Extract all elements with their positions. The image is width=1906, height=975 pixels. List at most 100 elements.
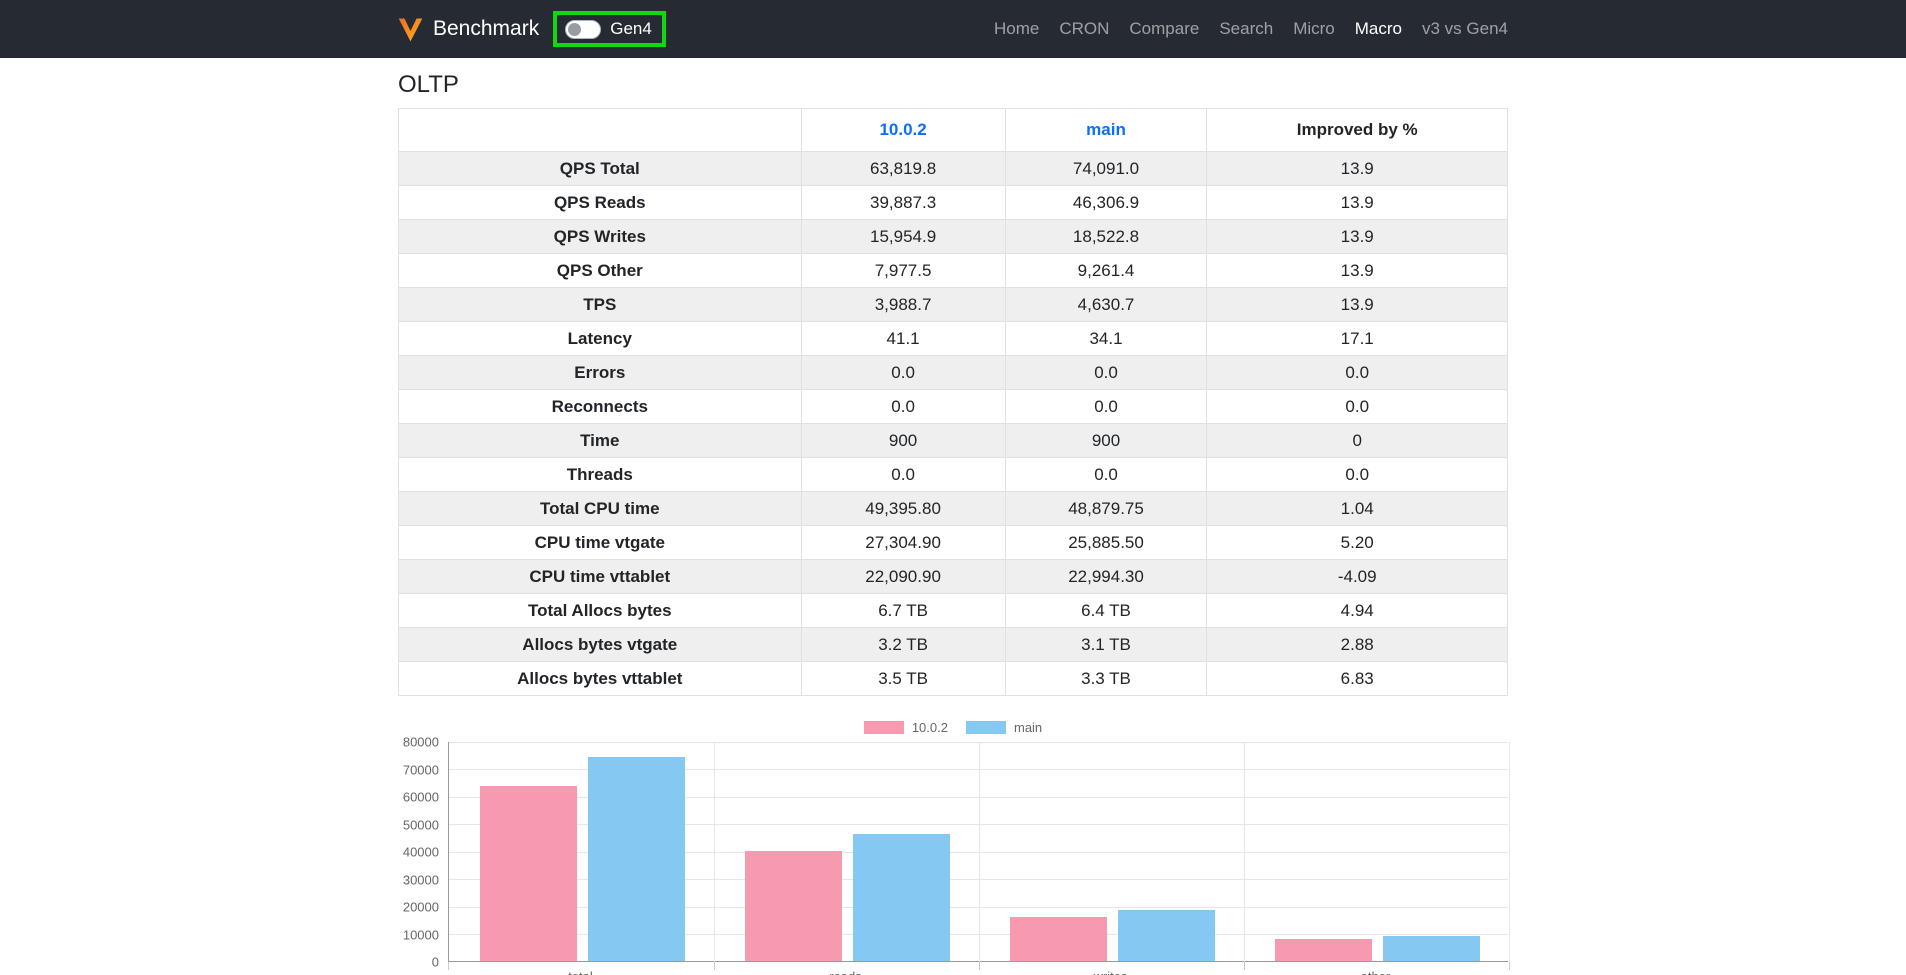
y-tick-label: 80000: [403, 735, 439, 750]
column-header-version: 10.0.2: [801, 109, 1005, 152]
cell-value: 6.83: [1207, 662, 1508, 696]
table-row: Total CPU time49,395.8048,879.751.04: [399, 492, 1508, 526]
table-row: CPU time vtgate27,304.9025,885.505.20: [399, 526, 1508, 560]
cell-value: 0.0: [1005, 458, 1207, 492]
grid-line-vertical: [1509, 742, 1510, 962]
table-row: Total Allocs bytes6.7 TB6.4 TB4.94: [399, 594, 1508, 628]
cell-value: 0.0: [1207, 356, 1508, 390]
cell-value: 41.1: [801, 322, 1005, 356]
table-row: Reconnects0.00.00.0: [399, 390, 1508, 424]
cell-value: 17.1: [1207, 322, 1508, 356]
navbar-left-group: Benchmark Gen4: [397, 11, 666, 47]
cell-value: 13.9: [1207, 186, 1508, 220]
row-label: Time: [399, 424, 802, 458]
nav-link-home[interactable]: Home: [984, 19, 1049, 39]
row-label: Total Allocs bytes: [399, 594, 802, 628]
table-row: Allocs bytes vttablet3.5 TB3.3 TB6.83: [399, 662, 1508, 696]
legend-label: 10.0.2: [912, 720, 948, 735]
cell-value: 900: [801, 424, 1005, 458]
column-header-improved: Improved by %: [1207, 109, 1508, 152]
table-row: Threads0.00.00.0: [399, 458, 1508, 492]
row-label: TPS: [399, 288, 802, 322]
cell-value: 6.4 TB: [1005, 594, 1207, 628]
x-category-label: total: [448, 962, 713, 975]
cell-value: 13.9: [1207, 152, 1508, 186]
cell-value: 13.9: [1207, 288, 1508, 322]
brand-link[interactable]: Benchmark: [397, 16, 539, 43]
nav-link-v3-vs-gen4[interactable]: v3 vs Gen4: [1412, 19, 1508, 39]
cell-value: 900: [1005, 424, 1207, 458]
bar-10-0-2-other: [1275, 939, 1372, 961]
nav-link-search[interactable]: Search: [1209, 19, 1283, 39]
row-label: Threads: [399, 458, 802, 492]
cell-value: 63,819.8: [801, 152, 1005, 186]
bar-main-total: [588, 757, 685, 961]
row-label: Latency: [399, 322, 802, 356]
qps-bar-chart: 10.0.2main 01000020000300004000050000600…: [398, 721, 1508, 975]
cell-value: 0.0: [801, 390, 1005, 424]
cell-value: 15,954.9: [801, 220, 1005, 254]
cell-value: 0: [1207, 424, 1508, 458]
cell-value: 3.1 TB: [1005, 628, 1207, 662]
y-tick-label: 60000: [403, 790, 439, 805]
y-tick-label: 0: [432, 955, 439, 970]
gen4-toggle-switch[interactable]: [565, 20, 601, 39]
x-category-label: writes: [978, 962, 1243, 975]
nav-link-micro[interactable]: Micro: [1283, 19, 1345, 39]
cell-value: 4,630.7: [1005, 288, 1207, 322]
cell-value: 1.04: [1207, 492, 1508, 526]
cell-value: 3.5 TB: [801, 662, 1005, 696]
row-label: QPS Total: [399, 152, 802, 186]
cell-value: 22,994.30: [1005, 560, 1207, 594]
y-tick-label: 70000: [403, 762, 439, 777]
cell-value: 48,879.75: [1005, 492, 1207, 526]
table-row: Time9009000: [399, 424, 1508, 458]
cell-value: 3.3 TB: [1005, 662, 1207, 696]
row-label: Total CPU time: [399, 492, 802, 526]
x-category-label: other: [1243, 962, 1508, 975]
cell-value: 13.9: [1207, 254, 1508, 288]
legend-item[interactable]: 10.0.2: [864, 720, 948, 735]
row-label: CPU time vttablet: [399, 560, 802, 594]
y-tick-label: 10000: [403, 927, 439, 942]
navbar: Benchmark Gen4 HomeCRONCompareSearchMicr…: [0, 0, 1906, 58]
chart-plot-row: 0100002000030000400005000060000700008000…: [398, 742, 1508, 962]
chart-y-axis: 0100002000030000400005000060000700008000…: [398, 742, 448, 962]
cell-value: 9,261.4: [1005, 254, 1207, 288]
cell-value: 4.94: [1207, 594, 1508, 628]
y-tick-label: 20000: [403, 900, 439, 915]
legend-swatch: [864, 721, 904, 734]
gen4-toggle-label: Gen4: [610, 19, 652, 39]
bar-main-other: [1383, 936, 1480, 962]
version-link[interactable]: main: [1086, 120, 1126, 139]
cell-value: 3,988.7: [801, 288, 1005, 322]
nav-links: HomeCRONCompareSearchMicroMacrov3 vs Gen…: [984, 19, 1508, 39]
cell-value: 18,522.8: [1005, 220, 1207, 254]
chart-plot-area: [448, 742, 1508, 962]
cell-value: 0.0: [1005, 390, 1207, 424]
column-header-version: main: [1005, 109, 1207, 152]
table-row: CPU time vttablet22,090.9022,994.30-4.09: [399, 560, 1508, 594]
bar-10-0-2-writes: [1010, 917, 1107, 961]
legend-swatch: [966, 721, 1006, 734]
table-header-row: 10.0.2 main Improved by %: [399, 109, 1508, 152]
version-link[interactable]: 10.0.2: [879, 120, 926, 139]
row-label: QPS Other: [399, 254, 802, 288]
bar-10-0-2-reads: [745, 851, 842, 961]
cell-value: 0.0: [1207, 390, 1508, 424]
cell-value: 34.1: [1005, 322, 1207, 356]
nav-link-compare[interactable]: Compare: [1119, 19, 1209, 39]
grid-line-vertical: [714, 742, 715, 962]
page-title: OLTP: [398, 71, 1508, 99]
nav-link-cron[interactable]: CRON: [1049, 19, 1119, 39]
axis-tick-mark: [979, 962, 980, 970]
bar-main-writes: [1118, 910, 1215, 961]
axis-tick-mark: [1244, 962, 1245, 970]
cell-value: 0.0: [801, 356, 1005, 390]
cell-value: 7,977.5: [801, 254, 1005, 288]
cell-value: 0.0: [1005, 356, 1207, 390]
nav-link-macro[interactable]: Macro: [1345, 19, 1412, 39]
cell-value: 6.7 TB: [801, 594, 1005, 628]
legend-item[interactable]: main: [966, 720, 1042, 735]
cell-value: 46,306.9: [1005, 186, 1207, 220]
